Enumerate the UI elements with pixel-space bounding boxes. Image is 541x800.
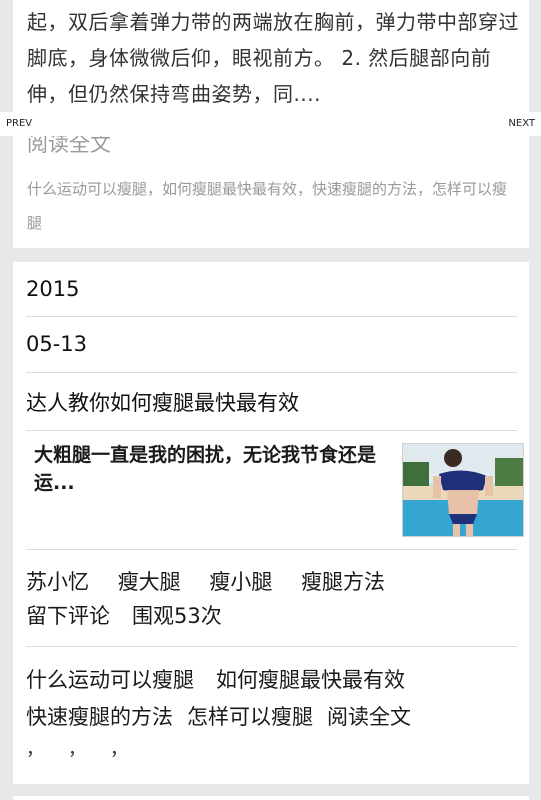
- prev-button[interactable]: PREV: [6, 118, 32, 129]
- article-tag-list: 什么运动可以瘦腿 如何瘦腿最快最有效 快速瘦腿的方法 怎样可以瘦腿 阅读全文 ，，，: [26, 662, 517, 760]
- feature-summary-link[interactable]: 大粗腿一直是我的困扰，无论我节食还是运...: [34, 441, 379, 497]
- tag-link[interactable]: 如何瘦腿最快最有效: [216, 668, 405, 692]
- article-card: 2015 05-13 达人教你如何瘦腿最快最有效 大粗腿一直是我的困扰，无论我节…: [13, 262, 529, 784]
- article-date: 05-13: [26, 332, 88, 356]
- tag-link[interactable]: 怎样可以瘦腿: [187, 705, 313, 729]
- category-link[interactable]: 瘦腿方法: [301, 570, 385, 594]
- read-more-link[interactable]: 阅读全文: [327, 705, 411, 729]
- article-excerpt: 起，双后拿着弹力带的两端放在胸前，弹力带中部穿过脚底，身体微微后仰，眼视前方。 …: [27, 10, 519, 106]
- view-count: 围观53次: [132, 604, 222, 628]
- tag-link[interactable]: ，如何瘦腿最快最有效: [147, 180, 297, 198]
- tag-link[interactable]: 什么运动可以瘦腿: [26, 668, 194, 692]
- leave-comment-link[interactable]: 留下评论: [26, 604, 110, 628]
- blog-list-page: 起，双后拿着弹力带的两端放在胸前，弹力带中部穿过脚底，身体微微后仰，眼视前方。 …: [0, 0, 541, 800]
- article-meta: 苏小忆 瘦大腿 瘦小腿 瘦腿方法 留下评论 围观53次: [26, 550, 517, 647]
- tag-list: 什么运动可以瘦腿，如何瘦腿最快最有效，快速瘦腿的方法，怎样可以瘦腿: [27, 172, 519, 240]
- meta-stats: 留下评论 围观53次: [26, 600, 244, 630]
- article-title-link[interactable]: 达人教你如何瘦腿最快最有效: [26, 387, 299, 417]
- category-link[interactable]: 瘦小腿: [209, 570, 272, 594]
- pager-bar: PREV NEXT: [0, 112, 541, 136]
- article-title-row: 达人教你如何瘦腿最快最有效: [26, 373, 517, 431]
- article-date-row: 05-13: [26, 317, 517, 373]
- next-article-card: [13, 796, 529, 800]
- tag-link[interactable]: 什么运动可以瘦腿: [27, 180, 147, 198]
- article-feature: 大粗腿一直是我的困扰，无论我节食还是运...: [26, 431, 524, 550]
- next-button[interactable]: NEXT: [508, 118, 535, 129]
- meta-categories: 苏小忆 瘦大腿 瘦小腿 瘦腿方法: [26, 566, 407, 596]
- article-year: 2015: [26, 277, 80, 301]
- tag-link[interactable]: 快速瘦腿的方法: [26, 705, 173, 729]
- category-link[interactable]: 瘦大腿: [118, 570, 181, 594]
- tag-separators: ，，，: [26, 739, 128, 760]
- swimsuit-photo-thumbnail[interactable]: [402, 443, 524, 537]
- swimsuit-photo-icon: [403, 444, 523, 536]
- tag-link[interactable]: ，快速瘦腿的方法: [297, 180, 417, 198]
- article-year-row: 2015: [26, 262, 517, 317]
- author-link[interactable]: 苏小忆: [26, 570, 89, 594]
